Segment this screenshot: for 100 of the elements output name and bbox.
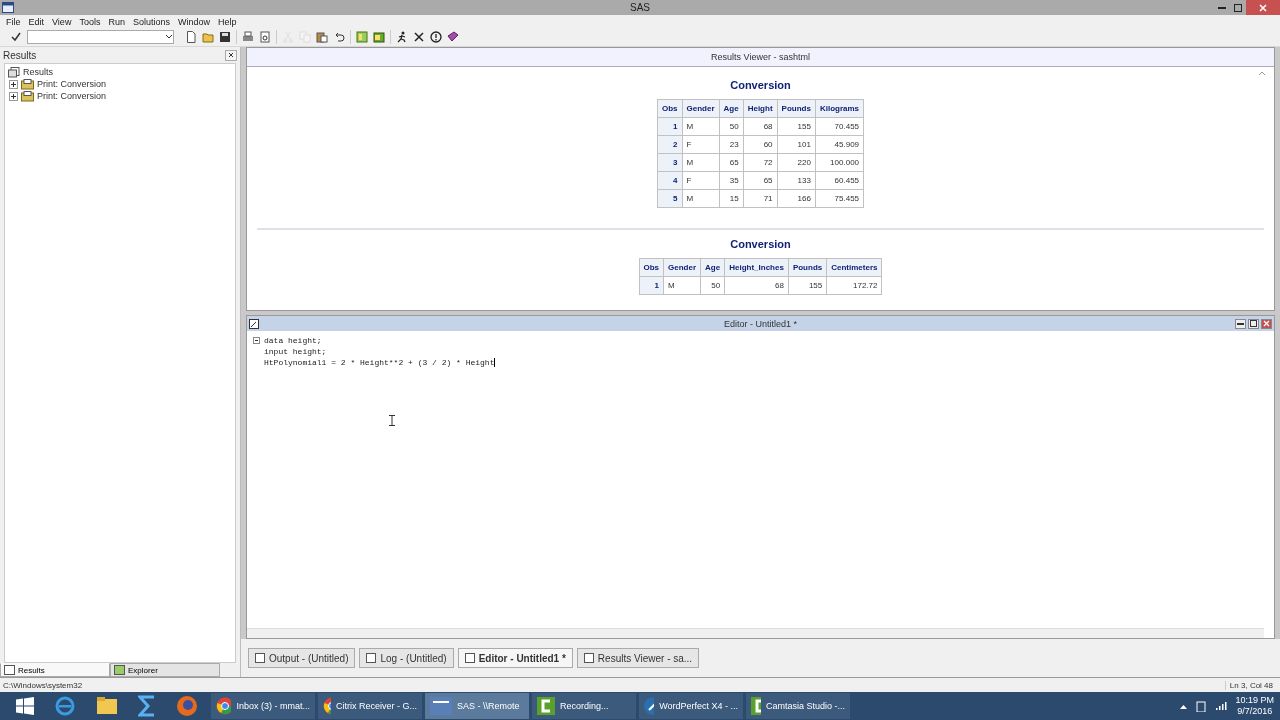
tree-item[interactable]: Print: Conversion <box>37 79 107 89</box>
browser-icon <box>216 697 232 715</box>
status-path: C:\Windows\system32 <box>3 680 83 690</box>
folder-icon[interactable] <box>202 31 214 43</box>
window-tab[interactable]: Log - (Untitled) <box>359 648 454 668</box>
table-cell: 133 <box>777 171 816 190</box>
taskbar-button[interactable]: Camtasia Studio -... <box>746 693 850 719</box>
menu-item[interactable]: Solutions <box>128 16 174 27</box>
command-field[interactable] <box>27 30 174 44</box>
table-cell: 155 <box>788 276 827 295</box>
print-icon <box>21 90 34 102</box>
table-cell: 50 <box>719 117 744 136</box>
app-icon <box>751 697 761 715</box>
minimize-button[interactable] <box>1235 318 1246 329</box>
clock-date: 9/7/2016 <box>1237 706 1273 717</box>
table-cell: 101 <box>777 135 816 154</box>
window-tab[interactable]: Results Viewer - sa... <box>576 648 700 668</box>
table-cell: 71 <box>743 189 778 208</box>
menu-item[interactable]: Run <box>104 16 129 27</box>
table-cell: 60.455 <box>815 171 864 190</box>
maximize-icon <box>1234 3 1242 12</box>
print-icon <box>21 78 34 90</box>
table-cell: M <box>682 189 720 208</box>
new-icon[interactable] <box>185 31 197 43</box>
scroll-up-icon[interactable] <box>1258 71 1266 76</box>
menu-item[interactable]: Tools <box>75 16 105 27</box>
table-cell: 23 <box>719 135 744 154</box>
column-header: Obs <box>657 99 683 118</box>
menu-item[interactable]: Edit <box>24 16 49 27</box>
table-cell: 15 <box>719 189 744 208</box>
caret-icon[interactable] <box>1180 703 1188 709</box>
taskbar-button[interactable]: Recording... <box>532 693 636 719</box>
table-cell: 68 <box>743 117 778 136</box>
column-header: Obs <box>639 258 664 277</box>
network-icon[interactable] <box>1195 700 1208 712</box>
menu-item[interactable]: View <box>48 16 76 27</box>
dropdown-icon <box>165 34 173 40</box>
table-cell: 70.455 <box>815 117 864 136</box>
document-icon <box>583 653 594 663</box>
check-icon[interactable] <box>10 31 22 43</box>
taskbar-button[interactable]: SAS - \\Remote <box>425 693 529 719</box>
signal-icon[interactable] <box>1215 701 1228 711</box>
folder-icon[interactable] <box>96 696 118 716</box>
x-icon[interactable] <box>413 31 425 43</box>
table-cell: 172.72 <box>826 276 882 295</box>
taskbar-button[interactable]: Inbox (3) - mmat... <box>211 693 315 719</box>
close-icon <box>1263 320 1270 327</box>
maximize-button[interactable] <box>1248 318 1259 329</box>
browser-icon[interactable] <box>176 695 198 717</box>
paste-icon[interactable] <box>316 31 328 43</box>
horizontal-scrollbar[interactable] <box>247 628 1264 638</box>
app-icon <box>2 2 14 13</box>
column-header: Age <box>700 258 725 277</box>
library-icon[interactable] <box>356 31 368 43</box>
tree-item[interactable]: Results <box>23 67 53 77</box>
column-header: Age <box>719 99 744 118</box>
close-button[interactable] <box>225 49 237 61</box>
exclamation-icon[interactable] <box>430 31 442 43</box>
table-cell: 45.909 <box>815 135 864 154</box>
save-icon[interactable] <box>219 31 231 43</box>
tree-item[interactable]: Print: Conversion <box>37 91 107 101</box>
table-title: Conversion <box>730 79 791 91</box>
browser-icon <box>323 697 331 715</box>
preview-icon[interactable] <box>259 31 271 43</box>
table-cell: 60 <box>743 135 778 154</box>
editor-title: Editor - Untitled1 * <box>722 318 798 329</box>
running-figure-icon[interactable] <box>396 31 408 43</box>
table-cell: 75.455 <box>815 189 864 208</box>
expand-icon[interactable] <box>9 91 18 101</box>
table-cell: 50 <box>700 276 725 295</box>
editor-icon <box>249 318 259 329</box>
sigma-icon[interactable] <box>138 695 156 717</box>
panel-title: Results <box>3 49 37 61</box>
taskbar-button[interactable]: WordPerfect X4 - ... <box>639 693 743 719</box>
table-cell: M <box>682 117 720 136</box>
panel-tab[interactable]: Results <box>0 663 110 677</box>
undo-icon[interactable] <box>333 31 345 43</box>
maximize-icon <box>1250 320 1257 327</box>
expand-icon[interactable] <box>9 79 18 89</box>
print-icon[interactable] <box>242 31 254 43</box>
menu-item[interactable]: Help <box>213 16 241 27</box>
column-header: Pounds <box>788 258 827 277</box>
document-icon <box>255 653 265 663</box>
document-icon <box>464 653 475 663</box>
table-cell: 65 <box>743 171 778 190</box>
table-cell: M <box>682 153 720 172</box>
taskbar-button[interactable]: Citrix Receiver - G... <box>318 693 422 719</box>
window-tab[interactable]: Output - (Untitled) <box>248 648 356 668</box>
menu-item[interactable]: File <box>2 16 25 27</box>
explorer-icon <box>114 665 125 675</box>
column-header: Pounds <box>777 99 816 118</box>
explorer-icon[interactable] <box>373 31 385 43</box>
document-icon <box>366 653 377 663</box>
collapse-icon[interactable] <box>253 337 260 344</box>
menu-item[interactable]: Window <box>173 16 214 27</box>
start-icon[interactable] <box>16 697 34 715</box>
results-icon <box>8 66 20 78</box>
panel-tab[interactable]: Explorer <box>110 663 220 677</box>
window-tab[interactable]: Editor - Untitled1 * <box>457 648 573 668</box>
browser-icon[interactable] <box>54 695 76 717</box>
